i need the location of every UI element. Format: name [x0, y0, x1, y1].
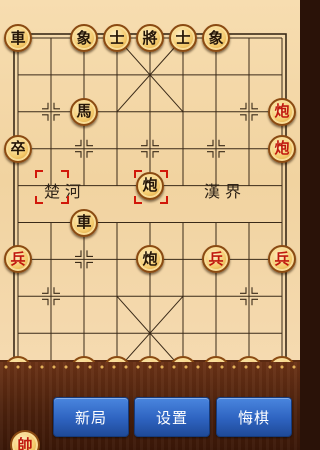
- black-advisor-piece[interactable]: 士: [103, 24, 131, 52]
- xiangqi-app: 楚河 漢界 車象士將士象馬卒炮車炮炮炮兵兵兵車相仕帥仕相馬車 新局 设置 悔棋 …: [0, 0, 300, 450]
- move-from-marker-corner: [35, 169, 43, 178]
- move-from-marker-corner: [61, 169, 69, 178]
- black-soldier-piece[interactable]: 卒: [4, 134, 32, 163]
- black-horse-piece[interactable]: 馬: [70, 97, 98, 126]
- settings-button[interactable]: 设置: [134, 397, 210, 437]
- black-advisor-piece[interactable]: 士: [169, 24, 197, 52]
- move-to-marker-corner: [160, 195, 168, 204]
- black-cannon-piece[interactable]: 炮: [136, 171, 164, 200]
- undo-button[interactable]: 悔棋: [216, 397, 292, 437]
- black-general-piece[interactable]: 將: [136, 24, 164, 52]
- red-cannon-piece[interactable]: 炮: [268, 134, 296, 163]
- move-to-marker-corner: [160, 169, 168, 178]
- black-elephant-piece[interactable]: 象: [202, 24, 230, 52]
- move-from-marker-corner: [61, 195, 69, 204]
- game-board[interactable]: 楚河 漢界 車象士將士象馬卒炮車炮炮炮兵兵兵車相仕帥仕相馬車: [0, 0, 300, 385]
- red-cannon-piece[interactable]: 炮: [268, 97, 296, 126]
- black-chariot-piece[interactable]: 車: [70, 208, 98, 237]
- river-label-han-jie: 漢界: [204, 182, 247, 201]
- new-game-button[interactable]: 新局: [53, 397, 129, 437]
- move-from-marker-corner: [35, 195, 43, 204]
- black-elephant-piece[interactable]: 象: [70, 24, 98, 52]
- toolbar-decoration: [0, 364, 300, 370]
- black-chariot-piece[interactable]: 車: [4, 24, 32, 52]
